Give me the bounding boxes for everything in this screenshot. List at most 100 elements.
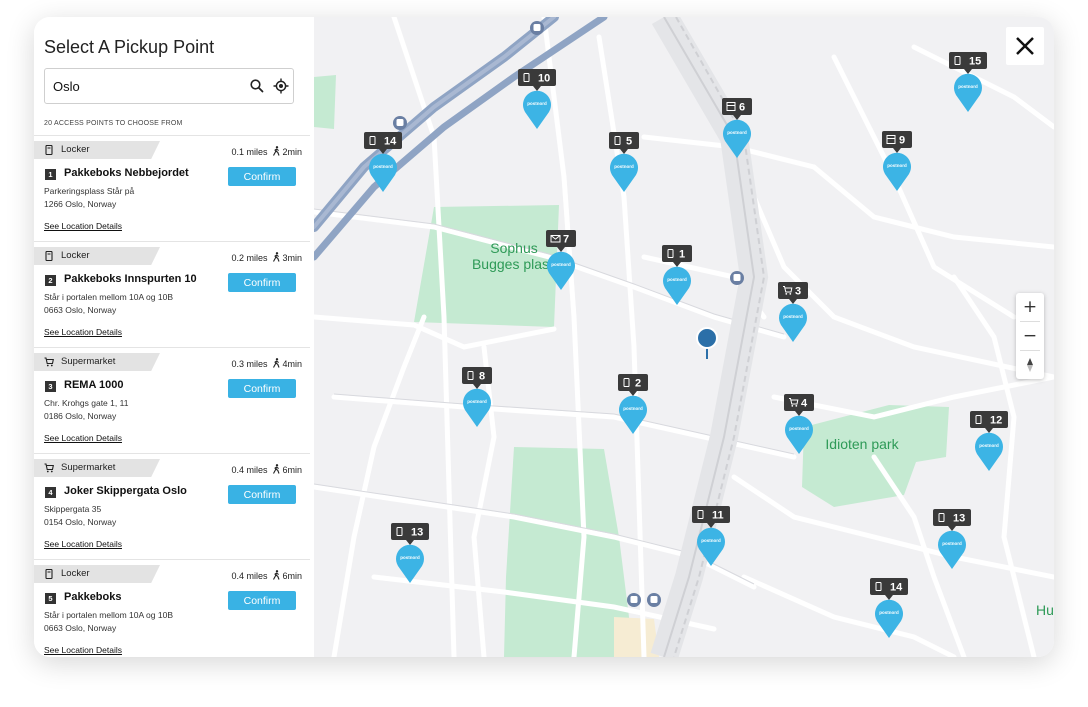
category-label: Locker [61, 568, 90, 579]
walk-time: 2min [282, 147, 302, 157]
item-number: 3 [45, 381, 56, 392]
confirm-button[interactable]: Confirm [228, 379, 296, 398]
address-line-1: Parkeringsplass Står på [44, 186, 135, 196]
item-number: 2 [45, 275, 56, 286]
locate-me-icon[interactable] [273, 78, 289, 94]
confirm-button[interactable]: Confirm [228, 485, 296, 504]
pickup-modal: Select A Pickup Point 20 ACCESS POINTS T… [34, 17, 1054, 657]
list-item[interactable]: Locker 0.1 miles 2min 1 Pakkeboks Nebbejorde… [34, 135, 310, 242]
close-button[interactable] [1006, 27, 1044, 65]
distance-info: 0.4 miles 6min [231, 570, 302, 581]
category-tag: Supermarket [34, 353, 160, 371]
walk-time: 4min [282, 359, 302, 369]
address-line-1: Står i portalen mellom 10A og 10B [44, 610, 173, 620]
address-line-2: 0186 Oslo, Norway [44, 411, 117, 421]
distance-info: 0.1 miles 2min [231, 146, 302, 157]
see-location-details-link[interactable]: See Location Details [44, 221, 122, 231]
category-label: Locker [61, 144, 90, 155]
search-box [44, 68, 294, 104]
distance-value: 0.1 miles [231, 147, 268, 157]
marker-number: 14 [890, 582, 903, 594]
map-marker-10[interactable]: postnord 10 [518, 69, 556, 129]
see-location-details-link[interactable]: See Location Details [44, 645, 122, 655]
marker-number: 11 [712, 510, 724, 522]
walking-icon [273, 570, 280, 580]
marker-number: 6 [739, 102, 745, 114]
pin-brand: postnord [879, 610, 899, 615]
list-item[interactable]: Locker 0.2 miles 3min 2 Pakkeboks Innspurten… [34, 241, 310, 348]
list-item[interactable]: Supermarket 0.4 miles 6min 4 Joker Skipperga… [34, 453, 310, 560]
distance-info: 0.2 miles 3min [231, 252, 302, 263]
pin-brand: postnord [400, 555, 420, 560]
walking-icon [273, 252, 280, 262]
item-number: 5 [45, 593, 56, 604]
marker-number: 14 [384, 136, 397, 148]
pin-brand: postnord [614, 164, 634, 169]
pin-brand: postnord [373, 164, 393, 169]
pin-brand: postnord [667, 277, 687, 282]
pin-brand: postnord [942, 541, 962, 546]
marker-number: 12 [990, 415, 1002, 427]
walk-time: 3min [282, 253, 302, 263]
map-marker-13[interactable]: postnord 13 [391, 523, 429, 583]
distance-value: 0.4 miles [231, 571, 268, 581]
distance-value: 0.3 miles [231, 359, 268, 369]
location-name: REMA 1000 [64, 379, 124, 391]
category-tag: Supermarket [34, 459, 160, 477]
compass-button[interactable] [1016, 351, 1044, 379]
walk-time: 6min [282, 571, 302, 581]
marker-number: 2 [635, 378, 641, 390]
map-marker-8[interactable]: postnord 8 [462, 367, 492, 427]
zoom-controls: + − [1016, 293, 1044, 379]
marker-number: 9 [899, 135, 905, 147]
confirm-button[interactable]: Confirm [228, 273, 296, 292]
cart-icon [44, 463, 54, 473]
pin-brand: postnord [887, 163, 907, 168]
see-location-details-link[interactable]: See Location Details [44, 327, 122, 337]
distance-value: 0.2 miles [231, 253, 268, 263]
locker-icon [45, 569, 53, 579]
map-canvas[interactable]: Sophus Bugges plass Idioten park Hu post… [314, 17, 1054, 657]
walking-icon [273, 146, 280, 156]
map-marker-3[interactable]: postnord 3 [778, 282, 808, 342]
park-label-hu: Hu [1036, 602, 1054, 618]
locker-icon [45, 251, 53, 261]
pin-brand: postnord [701, 538, 721, 543]
marker-number: 3 [795, 286, 801, 298]
address-line-2: 1266 Oslo, Norway [44, 199, 117, 209]
pin-brand: postnord [783, 314, 803, 319]
search-input[interactable] [53, 69, 233, 103]
locker-icon [45, 145, 53, 155]
category-tag: Locker [34, 141, 160, 159]
map-view[interactable]: Sophus Bugges plass Idioten park Hu post… [314, 17, 1054, 657]
pin-brand: postnord [623, 406, 643, 411]
map-marker-12[interactable]: postnord 12 [970, 411, 1008, 471]
confirm-button[interactable]: Confirm [228, 167, 296, 186]
map-marker-9[interactable]: postnord 9 [882, 131, 912, 191]
map-marker-5[interactable]: postnord 5 [609, 132, 639, 192]
list-item[interactable]: Locker 0.4 miles 6min 5 Pakkeboks Står i port… [34, 559, 310, 657]
confirm-button[interactable]: Confirm [228, 591, 296, 610]
see-location-details-link[interactable]: See Location Details [44, 433, 122, 443]
location-name: Pakkeboks Innspurten 10 [64, 273, 197, 285]
see-location-details-link[interactable]: See Location Details [44, 539, 122, 549]
category-label: Supermarket [61, 356, 116, 367]
marker-number: 15 [969, 56, 981, 68]
distance-info: 0.3 miles 4min [231, 358, 302, 369]
search-icon[interactable] [249, 78, 265, 94]
park-label-idioten-park: Idioten park [825, 436, 899, 452]
pin-brand: postnord [958, 84, 978, 89]
compass-icon [1027, 358, 1033, 372]
marker-number: 8 [479, 371, 485, 383]
zoom-out-button[interactable]: − [1016, 322, 1044, 350]
pin-brand: postnord [551, 262, 571, 267]
list-item[interactable]: Supermarket 0.3 miles 4min 3 REMA 1000 Chr. K… [34, 347, 310, 454]
marker-number: 4 [801, 398, 808, 410]
category-label: Supermarket [61, 462, 116, 473]
zoom-in-button[interactable]: + [1016, 293, 1044, 321]
category-tag: Locker [34, 565, 160, 583]
pin-brand: postnord [727, 130, 747, 135]
item-number: 4 [45, 487, 56, 498]
location-name: Pakkeboks Nebbejordet [64, 167, 189, 179]
category-tag: Locker [34, 247, 160, 265]
